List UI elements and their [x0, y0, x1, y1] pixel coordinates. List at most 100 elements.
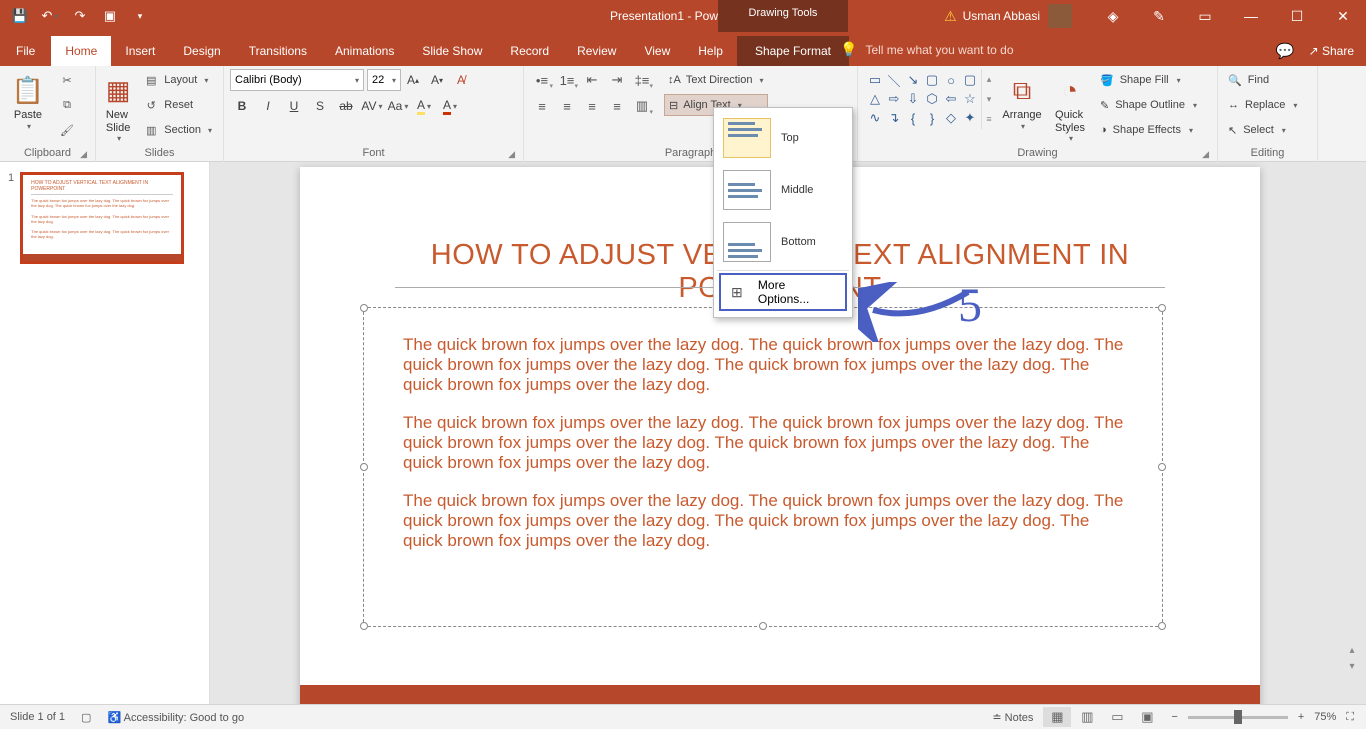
- tab-transitions[interactable]: Transitions: [235, 36, 321, 66]
- close-icon[interactable]: ✕: [1320, 0, 1366, 32]
- shadow-button[interactable]: S: [308, 95, 332, 117]
- increase-font-button[interactable]: A▴: [401, 69, 425, 91]
- decrease-font-button[interactable]: A▾: [425, 69, 449, 91]
- new-slide-button[interactable]: ▦ New Slide▾: [102, 69, 134, 143]
- zoom-out-button[interactable]: −: [1171, 711, 1177, 723]
- user-avatar[interactable]: [1048, 4, 1072, 28]
- shape-connector-icon[interactable]: ↴: [885, 109, 903, 127]
- columns-button[interactable]: ▥▾: [630, 95, 654, 117]
- line-spacing-button[interactable]: ‡≡▾: [630, 69, 654, 91]
- shape-line-arrow-icon[interactable]: ↘: [904, 71, 922, 89]
- font-color-button[interactable]: A▾: [438, 95, 462, 117]
- resize-handle[interactable]: [360, 622, 368, 630]
- share-button[interactable]: ↗ Share: [1309, 44, 1354, 58]
- diamond-icon[interactable]: ◈: [1090, 0, 1136, 32]
- minimize-icon[interactable]: ―: [1228, 0, 1274, 32]
- align-bottom-item[interactable]: Bottom: [717, 216, 849, 268]
- shape-callout-icon[interactable]: ◇: [942, 109, 960, 127]
- zoom-in-button[interactable]: +: [1298, 711, 1304, 723]
- tab-file[interactable]: File: [0, 36, 51, 66]
- dialog-launcher-icon[interactable]: ◢: [1202, 149, 1209, 160]
- align-top-item[interactable]: Top: [717, 112, 849, 164]
- ribbon-options-icon[interactable]: ▭: [1182, 0, 1228, 32]
- tab-shape-format[interactable]: Shape Format: [737, 36, 849, 66]
- tab-slideshow[interactable]: Slide Show: [408, 36, 496, 66]
- find-button[interactable]: 🔍Find: [1224, 69, 1301, 91]
- dialog-launcher-icon[interactable]: ◢: [80, 149, 87, 160]
- shape-oval-icon[interactable]: ○: [942, 71, 960, 89]
- accessibility-status[interactable]: ♿ Accessibility: Good to go: [107, 711, 244, 724]
- align-middle-item[interactable]: Middle: [717, 164, 849, 216]
- shape-outline-button[interactable]: ✎Shape Outline▾: [1096, 94, 1201, 116]
- shape-triangle-icon[interactable]: △: [866, 90, 884, 108]
- tab-review[interactable]: Review: [563, 36, 630, 66]
- shape-rounded-icon[interactable]: ▢: [961, 71, 979, 89]
- redo-icon[interactable]: ↷: [66, 3, 94, 29]
- shape-star-icon[interactable]: ☆: [961, 90, 979, 108]
- zoom-slider[interactable]: [1188, 716, 1288, 719]
- character-spacing-button[interactable]: AV▾: [360, 95, 384, 117]
- shape-arrow-left-icon[interactable]: ⇦: [942, 90, 960, 108]
- format-painter-button[interactable]: 🖌: [54, 119, 80, 141]
- prev-slide-icon[interactable]: ▴: [1342, 642, 1362, 658]
- font-size-combo[interactable]: 22▾: [367, 69, 401, 91]
- next-slide-icon[interactable]: ▾: [1342, 658, 1362, 674]
- resize-handle[interactable]: [1158, 622, 1166, 630]
- maximize-icon[interactable]: ☐: [1274, 0, 1320, 32]
- decrease-indent-button[interactable]: ⇤: [580, 69, 604, 91]
- resize-handle[interactable]: [1158, 304, 1166, 312]
- change-case-button[interactable]: Aa▾: [386, 95, 410, 117]
- spellcheck-icon[interactable]: ▢: [81, 711, 91, 724]
- select-button[interactable]: ↖Select▾: [1224, 119, 1301, 141]
- shape-textbox-icon[interactable]: ▭: [866, 71, 884, 89]
- highlight-button[interactable]: A▾: [412, 95, 436, 117]
- slide-body-text[interactable]: The quick brown fox jumps over the lazy …: [403, 335, 1133, 569]
- numbering-button[interactable]: 1≡▾: [555, 69, 579, 91]
- shape-fill-button[interactable]: 🪣Shape Fill▾: [1096, 69, 1201, 91]
- tab-view[interactable]: View: [630, 36, 684, 66]
- text-direction-button[interactable]: ↕AText Direction▾: [664, 69, 768, 91]
- gallery-up-icon[interactable]: ▴: [982, 69, 996, 89]
- dialog-launcher-icon[interactable]: ◢: [508, 149, 515, 160]
- gallery-more-icon[interactable]: ≡: [982, 109, 996, 129]
- user-name[interactable]: Usman Abbasi: [963, 9, 1040, 23]
- tab-insert[interactable]: Insert: [111, 36, 169, 66]
- bold-button[interactable]: B: [230, 95, 254, 117]
- slide-counter[interactable]: Slide 1 of 1: [10, 711, 65, 723]
- shapes-gallery[interactable]: ▭＼↘▢○▢ △⇨⇩⬡⇦☆ ∿↴{}◇✦ ▴▾≡: [864, 69, 996, 129]
- tab-help[interactable]: Help: [684, 36, 737, 66]
- resize-handle[interactable]: [360, 463, 368, 471]
- align-left-button[interactable]: ≡: [530, 95, 554, 117]
- quick-styles-button[interactable]: ◔Quick Styles▾: [1048, 69, 1092, 143]
- section-button[interactable]: ▥Section▾: [138, 119, 217, 141]
- replace-button[interactable]: ↔Replace▾: [1224, 94, 1301, 116]
- shape-curve-icon[interactable]: ∿: [866, 109, 884, 127]
- save-icon[interactable]: 💾: [6, 3, 34, 29]
- shape-effects-button[interactable]: ◑Shape Effects▾: [1096, 119, 1201, 141]
- bullets-button[interactable]: •≡▾: [530, 69, 554, 91]
- align-right-button[interactable]: ≡: [580, 95, 604, 117]
- shape-brace-icon[interactable]: {: [904, 109, 922, 127]
- layout-button[interactable]: ▤Layout▾: [138, 69, 217, 91]
- notes-button[interactable]: ≐ Notes: [992, 711, 1033, 724]
- copy-button[interactable]: ⧉: [54, 94, 80, 116]
- shape-arrow-down-icon[interactable]: ⇩: [904, 90, 922, 108]
- resize-handle[interactable]: [759, 622, 767, 630]
- qat-customize-icon[interactable]: ▾: [126, 3, 154, 29]
- tab-record[interactable]: Record: [496, 36, 563, 66]
- italic-button[interactable]: I: [256, 95, 280, 117]
- align-center-button[interactable]: ≡: [555, 95, 579, 117]
- reset-button[interactable]: ↺Reset: [138, 94, 217, 116]
- clear-formatting-button[interactable]: A̸: [449, 69, 473, 91]
- undo-icon[interactable]: ↶▾: [36, 3, 64, 29]
- shape-line-icon[interactable]: ＼: [885, 71, 903, 89]
- cut-button[interactable]: ✂: [54, 69, 80, 91]
- underline-button[interactable]: U: [282, 95, 306, 117]
- reading-view-icon[interactable]: ▭: [1103, 707, 1131, 727]
- magic-icon[interactable]: ✎: [1136, 0, 1182, 32]
- fit-to-window-icon[interactable]: ⛶: [1346, 711, 1354, 724]
- tab-animations[interactable]: Animations: [321, 36, 408, 66]
- strikethrough-button[interactable]: ab: [334, 95, 358, 117]
- slide-thumbnail-1[interactable]: HOW TO ADJUST VERTICAL TEXT ALIGNMENT IN…: [20, 172, 184, 264]
- shape-brace2-icon[interactable]: }: [923, 109, 941, 127]
